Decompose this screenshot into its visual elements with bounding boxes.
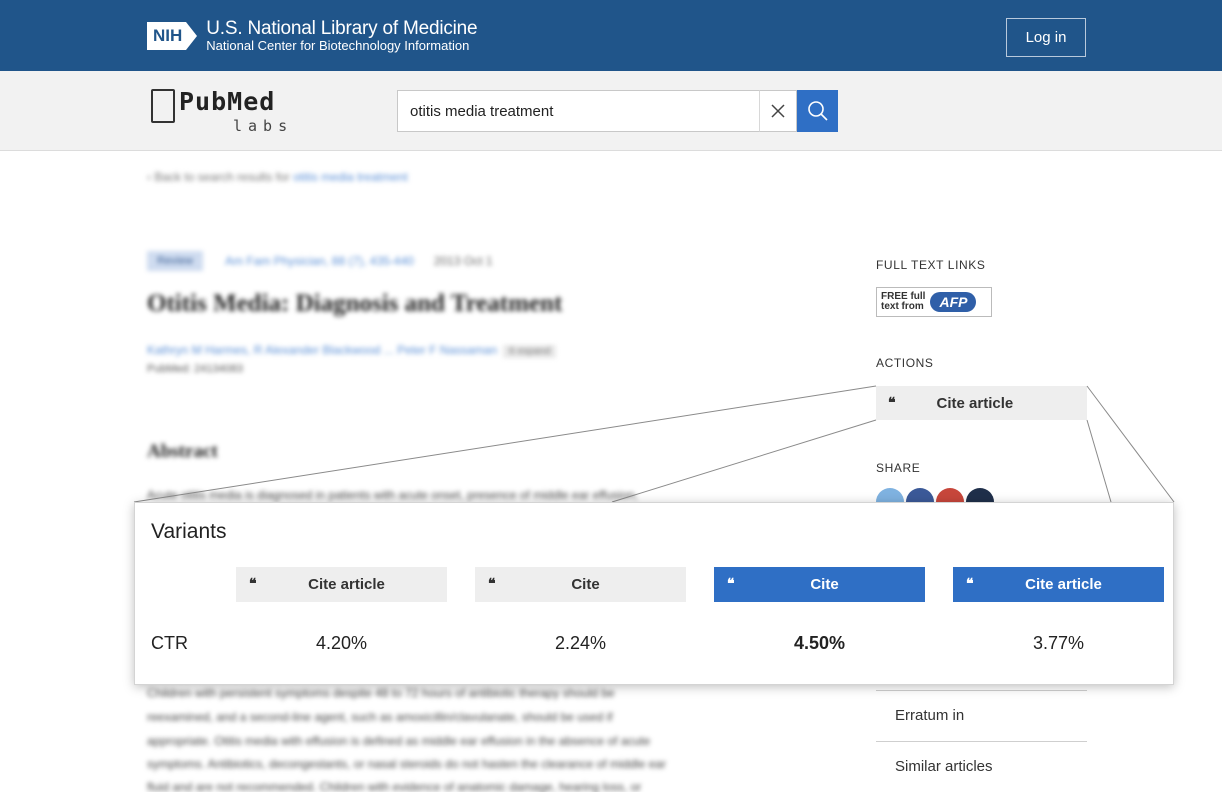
back-link-query: otitis media treatment bbox=[293, 170, 408, 184]
abstract-line: appropriate. Otitis media with effusion … bbox=[147, 734, 651, 748]
article-title: Otitis Media: Diagnosis and Treatment bbox=[147, 290, 563, 317]
pubmed-logo-text: PubMed bbox=[179, 87, 276, 116]
variants-panel: Variants ❝ Cite article ❝ Cite ❝ Cite ❝ … bbox=[134, 502, 1174, 685]
quote-icon: ❝ bbox=[488, 576, 496, 592]
search-input[interactable] bbox=[397, 90, 759, 132]
search-button[interactable] bbox=[797, 90, 838, 132]
abstract-heading: Abstract bbox=[147, 441, 218, 462]
nih-logo[interactable]: NIH U.S. National Library of Medicine Na… bbox=[147, 19, 478, 53]
variants-title: Variants bbox=[151, 520, 227, 543]
search-bar: PubMed labs bbox=[0, 71, 1222, 151]
variant-label: Cite bbox=[810, 576, 839, 593]
review-badge: Review bbox=[147, 251, 204, 271]
pubmed-id: PubMed: 24134083 bbox=[147, 363, 244, 375]
search-icon bbox=[807, 101, 828, 121]
nih-header-bar: NIH U.S. National Library of Medicine Na… bbox=[0, 0, 1222, 71]
afp-full-text-link[interactable]: FREE full text from AFP bbox=[876, 287, 992, 317]
nih-logo-badge: NIH bbox=[147, 22, 187, 50]
pubmed-labs-logo[interactable]: PubMed labs bbox=[151, 85, 311, 137]
variant-button-1[interactable]: ❝ Cite article bbox=[236, 567, 447, 602]
ctr-value: 4.20% bbox=[315, 633, 368, 653]
ctr-value: 2.24% bbox=[554, 633, 607, 653]
close-icon bbox=[771, 104, 785, 118]
variant-button-4[interactable]: ❝ Cite article bbox=[953, 567, 1164, 602]
erratum-link[interactable]: Erratum in bbox=[876, 690, 1087, 740]
pubmed-logo-sub: labs bbox=[233, 117, 294, 135]
variant-label: Cite article bbox=[308, 576, 385, 593]
abstract-line: reexamined, and a second-line agent, suc… bbox=[147, 710, 613, 724]
similar-articles-link[interactable]: Similar articles bbox=[876, 741, 1087, 791]
nih-org-text: U.S. National Library of Medicine Nation… bbox=[206, 19, 477, 53]
login-button[interactable]: Log in bbox=[1006, 18, 1086, 57]
org-title: U.S. National Library of Medicine bbox=[206, 18, 478, 39]
abstract-line: Children with persistent symptoms despit… bbox=[147, 686, 615, 700]
article-meta: Review Am Fam Physician, 88 (7), 435-440… bbox=[147, 251, 493, 271]
org-subtitle: National Center for Biotechnology Inform… bbox=[206, 38, 470, 53]
actions-heading: ACTIONS bbox=[876, 356, 934, 370]
expand-authors-button[interactable]: 6 expand bbox=[503, 345, 557, 358]
cite-article-label: Cite article bbox=[936, 394, 1014, 412]
abstract-line: fluid and are not recommended. Children … bbox=[147, 780, 642, 792]
free-line-2: text from bbox=[881, 301, 924, 312]
back-link-prefix: ‹ Back to search results for bbox=[147, 170, 294, 184]
authors-text[interactable]: Kathryn M Harmes, R Alexander Blackwood … bbox=[147, 343, 497, 357]
cite-article-button[interactable]: ❝ Cite article bbox=[876, 386, 1087, 420]
journal-link[interactable]: Am Fam Physician, 88 (7), 435-440 bbox=[225, 254, 414, 268]
back-to-results-link[interactable]: ‹ Back to search results for otitis medi… bbox=[147, 170, 408, 184]
abstract-line: Acute otitis media is diagnosed in patie… bbox=[147, 488, 638, 502]
full-text-links-heading: FULL TEXT LINKS bbox=[876, 258, 986, 272]
quote-icon: ❝ bbox=[249, 576, 257, 592]
variant-button-2[interactable]: ❝ Cite bbox=[475, 567, 686, 602]
ctr-value-best: 4.50% bbox=[793, 633, 846, 653]
publish-date: 2013 Oct 1 bbox=[433, 254, 493, 268]
quote-icon: ❝ bbox=[888, 395, 896, 411]
ctr-label: CTR bbox=[151, 633, 188, 653]
nih-logo-chevron bbox=[186, 22, 198, 50]
variant-label: Cite article bbox=[1025, 576, 1102, 593]
afp-logo: AFP bbox=[930, 292, 977, 312]
variant-button-3[interactable]: ❝ Cite bbox=[714, 567, 925, 602]
author-list[interactable]: Kathryn M Harmes, R Alexander Blackwood … bbox=[147, 343, 557, 358]
book-icon bbox=[151, 89, 175, 123]
share-heading: SHARE bbox=[876, 461, 921, 475]
clear-search-button[interactable] bbox=[759, 90, 797, 132]
abstract-line: symptoms. Antibiotics, decongestants, or… bbox=[147, 757, 666, 771]
variant-label: Cite bbox=[571, 576, 600, 593]
quote-icon: ❝ bbox=[727, 576, 735, 592]
free-full-text-label: FREE full text from bbox=[881, 292, 925, 312]
quote-icon: ❝ bbox=[966, 576, 974, 592]
ctr-value: 3.77% bbox=[1032, 633, 1085, 653]
